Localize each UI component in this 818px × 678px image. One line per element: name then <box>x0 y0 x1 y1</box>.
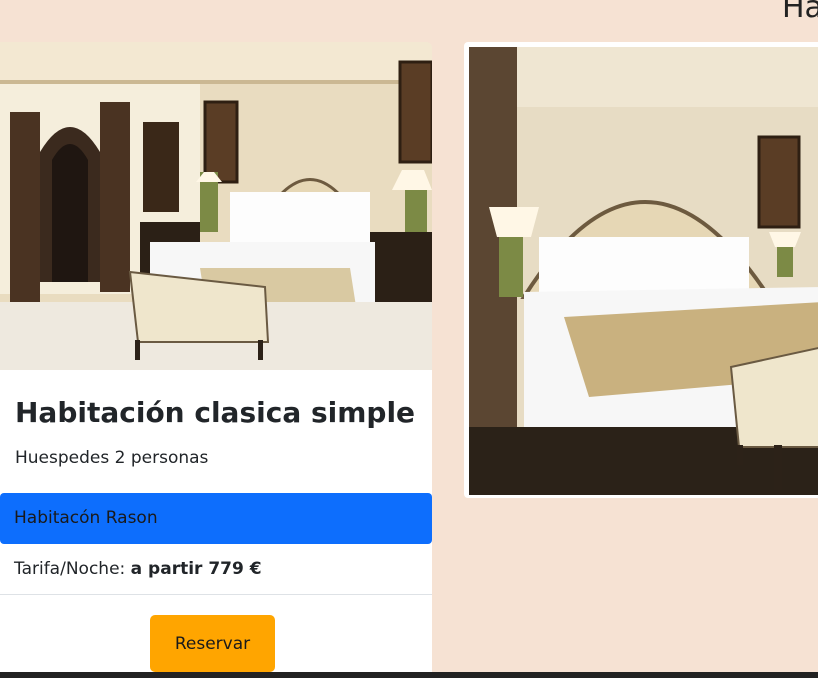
room-title: Habitación clasica simple <box>15 396 416 429</box>
bottom-bar <box>0 672 818 678</box>
page-heading: Ha <box>782 0 818 25</box>
rate-label: Tarifa/Noche: <box>14 559 126 579</box>
room-photo[interactable] <box>0 42 432 370</box>
room-card: Habitación clasica simple Huespedes 2 pe… <box>0 42 432 678</box>
room-type-item[interactable]: Habitacón Rason <box>0 493 432 544</box>
guests-text: Huespedes 2 personas <box>15 448 209 468</box>
reserve-button[interactable]: Reservar <box>150 615 275 672</box>
gallery-photo[interactable] <box>469 47 818 495</box>
gallery-photo-frame <box>464 42 818 498</box>
rate-value: a partir 779 € <box>130 559 262 579</box>
rate-row: Tarifa/Noche: a partir 779 € <box>0 544 432 595</box>
